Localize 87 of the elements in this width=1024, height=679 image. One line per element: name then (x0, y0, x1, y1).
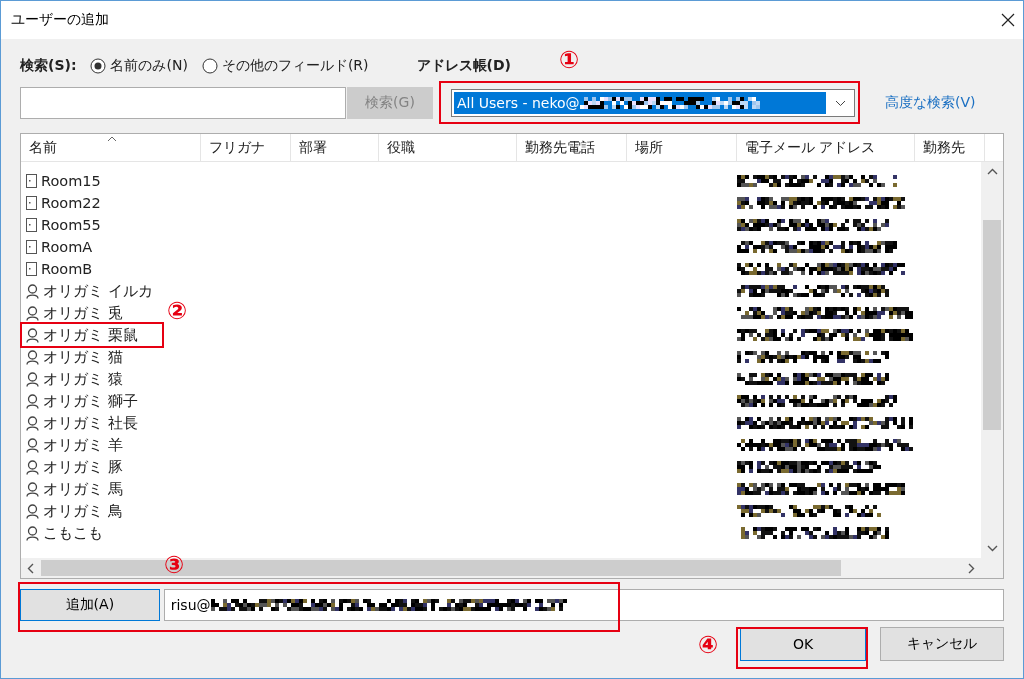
contact-name: RoomB (41, 261, 93, 277)
chevron-right-icon[interactable] (968, 562, 975, 574)
door-icon (26, 174, 37, 188)
list-item[interactable]: オリガミ 豚 (21, 459, 123, 475)
door-icon (26, 262, 37, 276)
list-item[interactable]: オリガミ 兎 (21, 305, 123, 321)
field-value: risu@ (170, 597, 211, 613)
door-icon (26, 196, 37, 210)
contact-name: RoomA (41, 239, 93, 255)
column-header[interactable]: 勤務先電話 (517, 134, 627, 161)
add-button[interactable]: 追加(A) (20, 589, 160, 621)
person-icon (26, 415, 39, 431)
contact-name: オリガミ 栗鼠 (43, 327, 138, 343)
contact-name: オリガミ 羊 (43, 437, 123, 453)
step-number: ① (559, 48, 580, 72)
person-icon (26, 437, 39, 453)
radio-label: その他のフィールド(R) (221, 57, 369, 75)
column-header[interactable]: フリガナ (201, 134, 291, 161)
radio-button[interactable] (201, 58, 218, 74)
contact-name: オリガミ イルカ (43, 283, 153, 299)
list-item[interactable]: オリガミ イルカ (21, 283, 153, 299)
search-label: 検索(S): (20, 57, 77, 75)
column-header[interactable]: 勤務先 (915, 134, 985, 161)
step-number: ② (167, 299, 188, 323)
list-item[interactable]: オリガミ 猿 (21, 371, 123, 387)
person-icon (26, 503, 39, 519)
list-item[interactable]: オリガミ 獅子 (21, 393, 138, 409)
list-item[interactable]: オリガミ 馬 (21, 481, 123, 497)
dialog-button[interactable]: キャンセル (880, 627, 1004, 661)
search-field[interactable] (20, 87, 346, 119)
person-icon (26, 349, 39, 365)
column-header[interactable]: 名前 (21, 134, 201, 161)
list-item[interactable]: RoomB (21, 261, 93, 277)
list-item[interactable]: オリガミ 鳥 (21, 503, 123, 519)
contact-name: オリガミ 猫 (43, 349, 123, 365)
column-header[interactable]: 部署 (291, 134, 379, 161)
address-book-label: アドレス帳(D) (416, 57, 511, 75)
door-icon (26, 240, 37, 254)
contact-name: Room55 (41, 217, 101, 233)
chevron-down-icon[interactable] (986, 545, 998, 552)
list-item[interactable]: Room15 (21, 173, 101, 189)
column-header[interactable]: 役職 (379, 134, 517, 161)
list-item[interactable]: オリガミ 栗鼠 (21, 327, 138, 343)
list-item[interactable]: オリガミ 羊 (21, 437, 123, 453)
person-icon (26, 305, 39, 321)
chevron-up-icon[interactable] (986, 168, 998, 175)
list-item[interactable]: オリガミ 社長 (21, 415, 138, 431)
person-icon (26, 525, 39, 541)
list-item[interactable]: オリガミ 猫 (21, 349, 123, 365)
recipient-field[interactable]: risu@ (163, 589, 1004, 621)
radio-button[interactable] (90, 58, 107, 74)
list-item[interactable]: RoomA (21, 239, 93, 255)
advanced-search-link[interactable]: 高度な検索(V) (885, 94, 976, 112)
list-item[interactable]: Room55 (21, 217, 101, 233)
contact-name: こもこも (43, 525, 103, 541)
list-item[interactable]: こもこも (21, 525, 103, 541)
contact-name: Room15 (41, 173, 101, 189)
chevron-down-icon (835, 99, 846, 107)
contact-name: オリガミ 豚 (43, 459, 123, 475)
person-icon (26, 459, 39, 475)
contact-name: オリガミ 社長 (43, 415, 138, 431)
radio-label: 名前のみ(N) (110, 57, 188, 75)
step-number: ④ (698, 633, 719, 657)
column-header[interactable]: 電子メール アドレス (737, 134, 915, 161)
contact-name: オリガミ 鳥 (43, 503, 123, 519)
person-icon (26, 481, 39, 497)
dropdown-value: All Users - neko@ (457, 95, 580, 111)
contact-name: Room22 (41, 195, 101, 211)
dialog-button[interactable]: OK (740, 627, 866, 661)
chevron-left-icon[interactable] (27, 562, 34, 574)
window-title: ユーザーの追加 (11, 11, 109, 29)
contact-name: オリガミ 獅子 (43, 393, 138, 409)
contact-name: オリガミ 馬 (43, 481, 123, 497)
contact-name: オリガミ 猿 (43, 371, 123, 387)
sort-caret-icon (107, 136, 117, 142)
person-icon (26, 283, 39, 299)
column-header[interactable]: 場所 (627, 134, 737, 161)
step-number: ③ (164, 553, 185, 577)
address-book-dropdown[interactable]: All Users - neko@ (451, 89, 855, 117)
close-icon[interactable] (1001, 13, 1015, 27)
person-icon (26, 371, 39, 387)
person-icon (26, 393, 39, 409)
list-item[interactable]: Room22 (21, 195, 101, 211)
vertical-scrollbar[interactable] (981, 162, 1003, 558)
person-icon (26, 327, 39, 343)
contact-name: オリガミ 兎 (43, 305, 123, 321)
door-icon (26, 218, 37, 232)
